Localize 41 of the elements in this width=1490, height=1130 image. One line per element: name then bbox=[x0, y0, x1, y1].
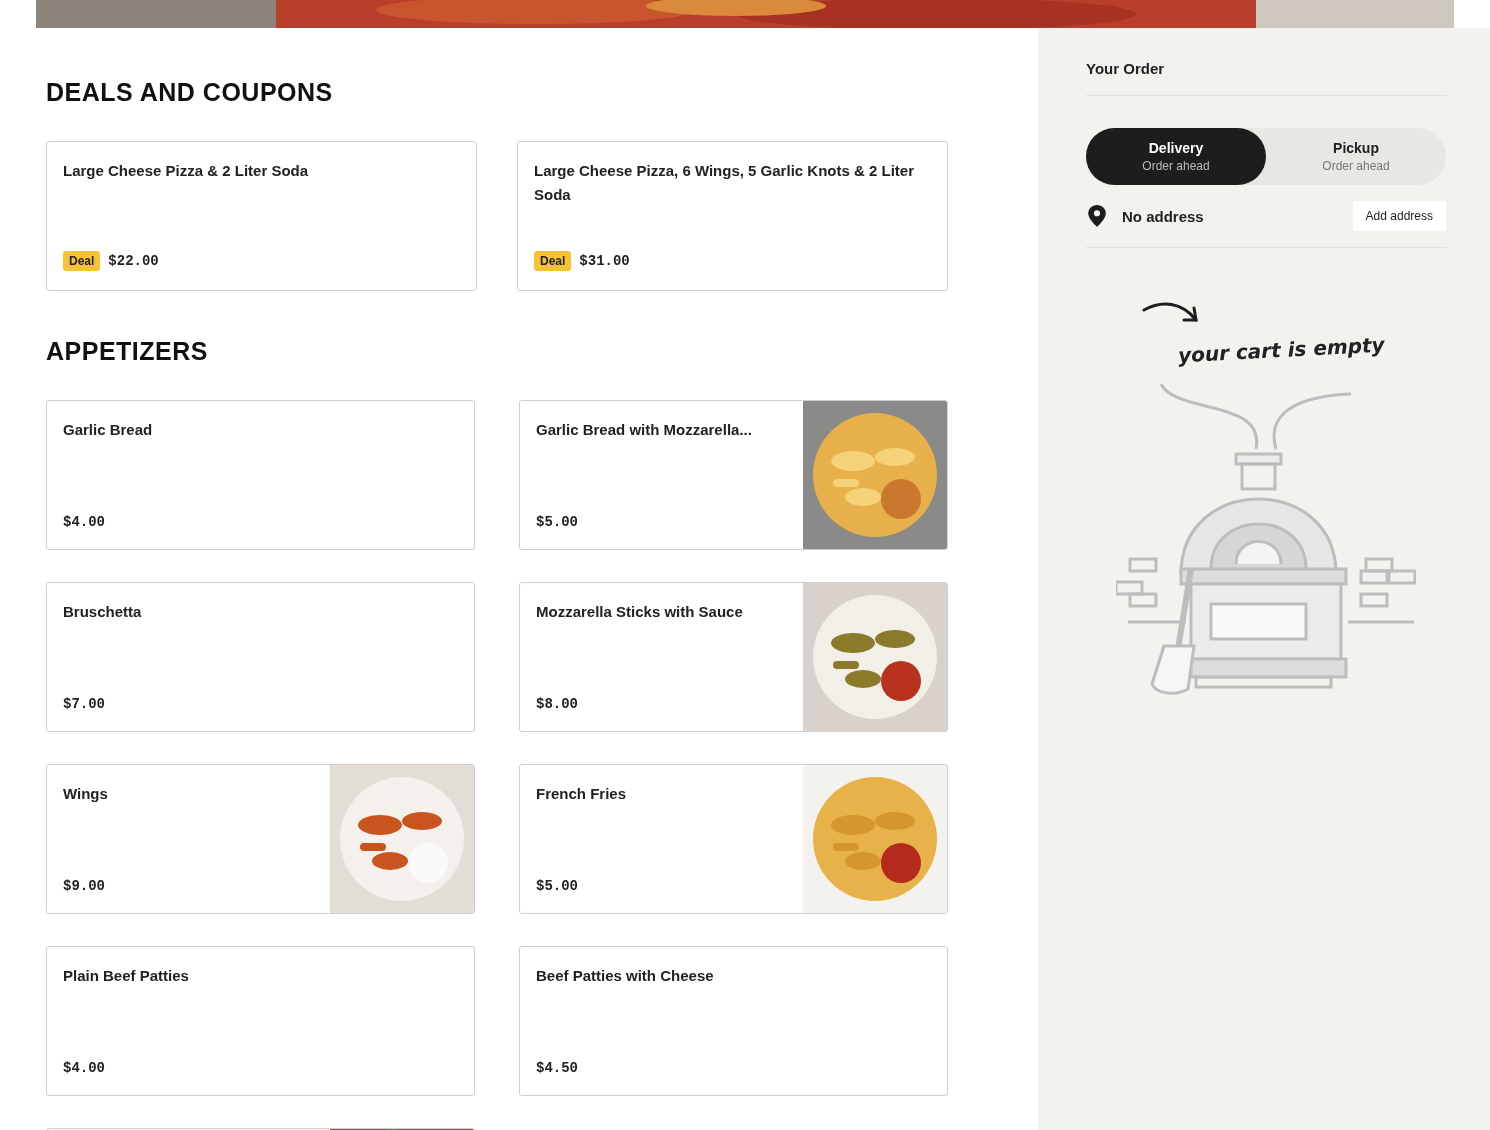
menu-item-card[interactable]: Large Cheese Pizza & 2 Liter Soda Deal $22.00 bbox=[46, 141, 477, 291]
item-price: $9.00 bbox=[63, 878, 105, 894]
menu-item-card[interactable]: Bruschetta $7.00 bbox=[46, 582, 475, 732]
deal-badge: Deal bbox=[534, 251, 572, 271]
item-price: $31.00 bbox=[579, 253, 630, 269]
item-price: $22.00 bbox=[108, 253, 159, 269]
deal-badge: Deal bbox=[63, 251, 101, 271]
location-pin-icon bbox=[1088, 205, 1106, 227]
address-text: No address bbox=[1122, 207, 1205, 225]
item-name: Wings bbox=[63, 784, 109, 804]
item-name: French Fries bbox=[536, 784, 628, 804]
item-name: Beef Patties with Cheese bbox=[536, 966, 715, 986]
section-title: APPETIZERS bbox=[46, 336, 209, 367]
empty-cart-text: your cart is empty bbox=[1177, 332, 1386, 368]
item-name: Large Cheese Pizza & 2 Liter Soda bbox=[63, 161, 310, 181]
menu-item-card[interactable]: Beef Patties with Cheese $4.50 bbox=[519, 946, 948, 1096]
order-mode-tab[interactable]: Pickup Order ahead bbox=[1266, 128, 1446, 185]
order-title: Your Order bbox=[1086, 60, 1446, 96]
item-name: Mozzarella Sticks with Sauce bbox=[536, 602, 744, 622]
menu-item-card[interactable]: Plain Beef Patties $4.00 bbox=[46, 946, 475, 1096]
item-price: $4.00 bbox=[63, 1060, 105, 1076]
menu-item-card[interactable]: French Fries $5.00 bbox=[519, 764, 948, 914]
menu-item-card[interactable]: Wings $9.00 bbox=[46, 764, 475, 914]
item-name: Large Cheese Pizza, 6 Wings, 5 Garlic Knots & 2 Liter Soda bbox=[534, 161, 915, 205]
section-title: DEALS AND COUPONS bbox=[46, 77, 334, 108]
item-price: $5.00 bbox=[536, 514, 578, 530]
menu-item-card[interactable]: Large Cheese Pizza, 6 Wings, 5 Garlic Knots & 2 Liter Soda Deal $31.00 bbox=[517, 141, 948, 291]
item-price: $8.00 bbox=[536, 696, 578, 712]
item-price: $4.00 bbox=[63, 514, 105, 530]
item-price: $7.00 bbox=[63, 696, 105, 712]
menu-item-card[interactable]: Garlic Bread $4.00 bbox=[46, 400, 475, 550]
item-name: Garlic Bread with Mozzarella... bbox=[536, 420, 753, 440]
item-price: $4.50 bbox=[536, 1060, 578, 1076]
item-name: Bruschetta bbox=[63, 602, 143, 622]
add-address-button[interactable]: Add address bbox=[1352, 201, 1446, 231]
item-name: Plain Beef Patties bbox=[63, 966, 190, 986]
item-price: $5.00 bbox=[536, 878, 578, 894]
menu-item-card[interactable]: Garlic Bread with Mozzarella... $5.00 bbox=[519, 400, 948, 550]
menu-item-card[interactable]: Mozzarella Sticks with Sauce $8.00 bbox=[519, 582, 948, 732]
order-mode-tab[interactable]: Delivery Order ahead bbox=[1086, 128, 1266, 185]
item-name: Garlic Bread bbox=[63, 420, 154, 440]
